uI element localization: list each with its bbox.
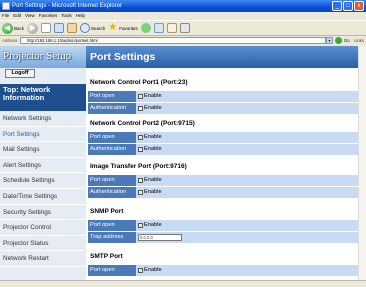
authentication-checkbox[interactable]: ✓ (138, 190, 143, 195)
menu-view[interactable]: View (25, 12, 35, 20)
section-title: SMTP Port (90, 253, 123, 260)
trap-address-input[interactable]: 0.0.0.0 (138, 234, 182, 241)
back-label: Back (14, 25, 25, 31)
enable-label: Enable (144, 222, 162, 228)
setting-row: Port open ✓ Enable (88, 175, 358, 186)
row-label: Trap address (88, 232, 136, 243)
section-title: Network Control Port2 (Port:9715) (90, 120, 195, 127)
authentication-checkbox[interactable] (138, 106, 143, 111)
search-button[interactable]: Search (80, 23, 105, 33)
window-titlebar: Port Settings - Microsoft Internet Explo… (0, 0, 366, 12)
sidebar-item-network-restart[interactable]: Network Restart (0, 251, 86, 267)
row-label: Authentication (88, 144, 136, 155)
enable-label: Enable (144, 146, 162, 152)
print-icon[interactable] (179, 23, 190, 33)
sidebar-item-date-time-settings[interactable]: Date/Time Settings (0, 188, 86, 205)
page-content: Projector Setup Port Settings Logoff Top… (0, 46, 358, 280)
row-label: Port open (88, 220, 136, 231)
top-network-information-link[interactable]: Top: Network Information (0, 84, 86, 111)
star-icon: ★ (108, 22, 118, 33)
port-open-checkbox[interactable]: ✓ (138, 135, 143, 140)
maximize-button[interactable]: □ (343, 1, 353, 11)
enable-label: Enable (144, 177, 162, 183)
mail-icon[interactable] (166, 23, 177, 33)
menu-edit[interactable]: Edit (13, 12, 21, 20)
favorites-button[interactable]: ★ Favorites (108, 23, 138, 33)
sidebar-item-schedule-settings[interactable]: Schedule Settings (0, 173, 86, 189)
minimize-button[interactable]: _ (332, 1, 342, 11)
menu-file[interactable]: File (2, 12, 9, 20)
setting-row: Authentication ✓ Enable (88, 144, 358, 155)
enable-label: Enable (144, 93, 162, 99)
back-arrow-icon: ◀ (2, 22, 13, 34)
page-title: Port Settings (86, 46, 358, 68)
window-title: Port Settings - Microsoft Internet Explo… (12, 3, 123, 9)
stop-icon[interactable] (41, 23, 52, 33)
sidebar-item-network-settings[interactable]: Network Settings (0, 111, 86, 127)
row-label: Port open (88, 91, 136, 102)
browser-toolbar: ◀ Back ▶ Search ★ Favorites (0, 20, 366, 36)
logoff-button[interactable]: Logoff (5, 69, 35, 78)
address-input[interactable]: http://192.168.1.10/admin/portset.html (20, 37, 326, 44)
enable-label: Enable (144, 134, 162, 140)
menu-favorites[interactable]: Favorites (39, 12, 58, 20)
row-label: Authentication (88, 103, 136, 114)
port-open-checkbox[interactable]: ✓ (138, 223, 143, 228)
address-dropdown-icon[interactable]: ▾ (326, 37, 333, 44)
go-arrow-icon[interactable] (335, 37, 342, 44)
sidebar-item-port-settings[interactable]: Port Settings (0, 126, 86, 143)
setting-row: Authentication Enable (88, 103, 358, 114)
menu-tools[interactable]: Tools (61, 12, 72, 20)
sidebar-item-projector-control[interactable]: Projector Control (0, 220, 86, 236)
status-bar (0, 280, 366, 287)
search-icon (80, 23, 91, 33)
links-button[interactable]: Links (354, 36, 364, 45)
history-icon[interactable] (153, 23, 164, 33)
row-label: Port open (88, 132, 136, 143)
search-label: Search (91, 25, 106, 31)
favorites-label: Favorites (119, 25, 138, 31)
setting-row: Authentication ✓ Enable (88, 187, 358, 198)
close-button[interactable]: x (354, 1, 364, 11)
setting-row: Port open ✓ Enable (88, 220, 358, 231)
section-title: SNMP Port (90, 208, 124, 215)
enable-label: Enable (144, 189, 162, 195)
address-bar: Address http://192.168.1.10/admin/portse… (0, 36, 366, 45)
sidebar-item-alert-settings[interactable]: Alert Settings (0, 157, 86, 174)
setting-row: Port open ✓ Enable (88, 265, 358, 276)
section-title: Image Transfer Port (Port:9716) (90, 163, 187, 170)
address-label: Address (2, 38, 18, 43)
refresh-icon[interactable] (54, 23, 65, 33)
projector-setup-logo: Projector Setup (0, 46, 86, 68)
ie-app-icon (2, 2, 10, 10)
media-icon[interactable] (140, 23, 151, 33)
port-open-checkbox[interactable]: ✓ (138, 268, 143, 273)
forward-button[interactable]: ▶ (27, 22, 39, 34)
sidebar-item-security-settings[interactable]: Security Settings (0, 204, 86, 221)
row-label: Port open (88, 175, 136, 186)
menu-help[interactable]: Help (76, 12, 85, 20)
sidebar-nav: Network Settings Port Settings Mail Sett… (0, 111, 86, 267)
port-open-checkbox[interactable]: ✓ (138, 178, 143, 183)
enable-label: Enable (144, 267, 162, 273)
section-title: Network Control Port1 (Port:23) (90, 79, 188, 86)
port-open-checkbox[interactable]: ✓ (138, 94, 143, 99)
home-icon[interactable] (67, 23, 78, 33)
setting-row: Port open ✓ Enable (88, 132, 358, 143)
setting-row: Trap address 0.0.0.0 (88, 232, 358, 243)
back-button[interactable]: ◀ Back (2, 22, 25, 34)
menu-bar: File Edit View Favorites Tools Help (0, 12, 366, 20)
vertical-scrollbar[interactable] (358, 46, 366, 280)
row-label: Port open (88, 265, 136, 276)
enable-label: Enable (144, 105, 162, 111)
row-label: Authentication (88, 187, 136, 198)
sidebar-item-projector-status[interactable]: Projector Status (0, 235, 86, 252)
authentication-checkbox[interactable]: ✓ (138, 147, 143, 152)
sidebar-item-mail-settings[interactable]: Mail Settings (0, 142, 86, 158)
go-button[interactable]: Go (344, 36, 350, 45)
setting-row: Port open ✓ Enable (88, 91, 358, 102)
